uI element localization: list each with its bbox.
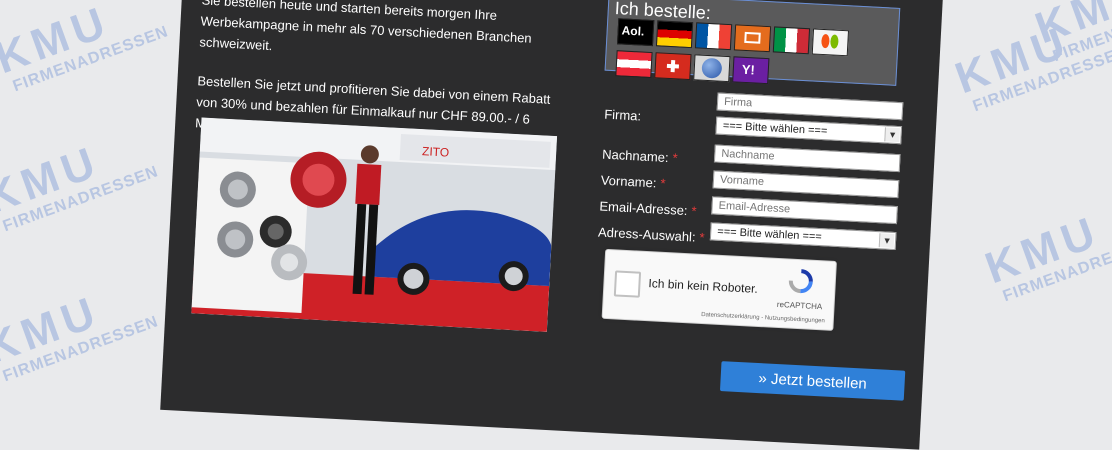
promo-photo-graphic: ZITO bbox=[191, 117, 558, 332]
promo-photo: ZITO bbox=[191, 117, 558, 332]
recaptcha-logo: reCAPTCHA bbox=[775, 267, 825, 311]
recaptcha-brand: reCAPTCHA bbox=[776, 299, 823, 312]
firma-select-value: === Bitte wählen === bbox=[722, 119, 828, 138]
required-mark: * bbox=[699, 229, 705, 246]
switzerland-flag-icon[interactable] bbox=[654, 52, 692, 81]
firma-label: Firma: bbox=[603, 106, 642, 124]
france-flag-icon[interactable] bbox=[694, 22, 733, 51]
nachname-input[interactable] bbox=[713, 144, 901, 173]
firma-row: Firma: === Bitte wählen === ▼ bbox=[603, 87, 905, 149]
order-options: Aol. Y! bbox=[615, 18, 888, 96]
austria-flag-icon[interactable] bbox=[615, 50, 653, 79]
firma-input[interactable] bbox=[716, 92, 904, 121]
content-panel: Sie bestellen heute und starten bereits … bbox=[160, 0, 944, 450]
globe-icon[interactable] bbox=[693, 54, 731, 83]
adress-select-value: === Bitte wählen === bbox=[716, 225, 823, 244]
photo-banner-text: ZITO bbox=[422, 144, 450, 159]
adress-label: Adress-Auswahl: * bbox=[597, 224, 705, 246]
intro-paragraph-1: Sie bestellen heute und starten bereits … bbox=[199, 0, 533, 54]
vorname-label: Vorname: * bbox=[600, 172, 666, 191]
watermark-left-3: KMU FIRMENADRESSEN bbox=[0, 286, 161, 386]
watermark-left-1: KMU FIRMENADRESSEN bbox=[0, 0, 171, 96]
germany-flag-icon[interactable] bbox=[655, 20, 694, 49]
recaptcha-widget: Ich bin kein Roboter. reCAPTCHA Datensch… bbox=[601, 248, 837, 331]
watermark-left-2: KMU FIRMENADRESSEN bbox=[0, 136, 161, 236]
italy-flag-icon[interactable] bbox=[772, 26, 811, 55]
required-mark: * bbox=[672, 150, 679, 166]
chevron-down-icon: ▼ bbox=[884, 127, 900, 143]
order-box: Ich bestelle: Aol. Y! bbox=[604, 0, 901, 86]
msn-butterfly-icon[interactable] bbox=[811, 28, 850, 57]
required-mark: * bbox=[660, 175, 666, 191]
chevron-down-icon: ▼ bbox=[878, 233, 895, 248]
watermark-right-3: KMU FIRMENADRESSEN bbox=[978, 206, 1112, 306]
submit-order-button[interactable]: » Jetzt bestellen bbox=[719, 361, 906, 401]
mail-icon[interactable] bbox=[733, 24, 772, 53]
email-label: Email-Adresse: * bbox=[599, 198, 697, 219]
aol-icon[interactable]: Aol. bbox=[616, 18, 655, 47]
recaptcha-checkbox[interactable] bbox=[613, 270, 642, 298]
firma-select[interactable]: === Bitte wählen === ▼ bbox=[715, 116, 903, 145]
nachname-label: Nachname: * bbox=[601, 146, 679, 166]
yahoo-icon[interactable]: Y! bbox=[732, 56, 770, 85]
recaptcha-icon bbox=[788, 269, 813, 294]
recaptcha-links[interactable]: Datenschutzerklärung - Nutzungsbedingung… bbox=[701, 312, 825, 324]
recaptcha-label: Ich bin kein Roboter. bbox=[648, 276, 759, 296]
required-mark: * bbox=[691, 203, 697, 219]
order-form: Firma: === Bitte wählen === ▼ Nachname:*… bbox=[598, 87, 906, 258]
